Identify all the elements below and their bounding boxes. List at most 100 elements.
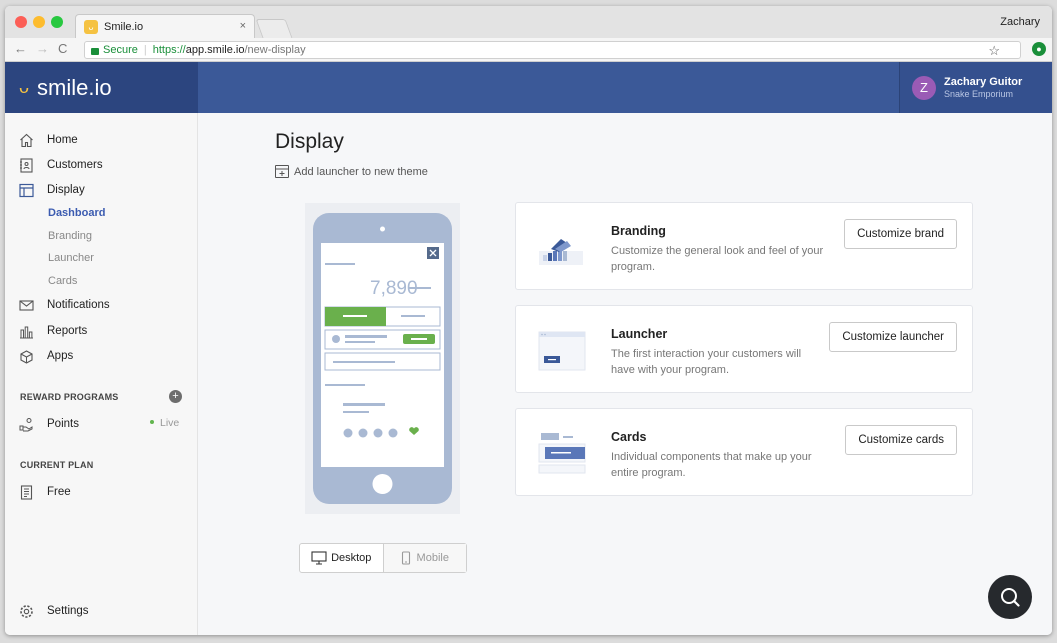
plan-document-icon: [18, 484, 34, 500]
phone-illustration: 7,890: [313, 213, 452, 504]
sidebar-item-apps[interactable]: Apps: [18, 348, 73, 364]
sidebar-item-label: Customers: [47, 159, 103, 171]
customers-icon: [18, 157, 34, 173]
avatar: Z: [912, 75, 936, 100]
sidebar-subitem-dashboard[interactable]: Dashboard: [48, 207, 105, 219]
card-description: The first interaction your customers wil…: [611, 348, 802, 376]
sidebar-item-label: Apps: [47, 350, 74, 362]
lock-icon: [91, 47, 99, 55]
desktop-icon: [311, 551, 327, 565]
sidebar-item-label: Free: [47, 486, 71, 498]
sidebar: Home Customers Display Dashboard Brandin…: [5, 113, 198, 635]
bookmark-star-icon[interactable]: ☆: [988, 43, 1000, 59]
back-arrow-icon[interactable]: ←: [14, 41, 27, 56]
points-hand-icon: [18, 416, 34, 432]
forward-arrow-icon[interactable]: →: [36, 41, 49, 56]
user-name: Zachary Guitor: [944, 76, 1023, 88]
sidebar-item-label: Settings: [47, 605, 89, 617]
add-launcher-label: Add launcher to new theme: [294, 165, 428, 178]
card-description: Customize the general look and feel of y…: [611, 245, 824, 273]
app-header: ᴗ smile.io Z Zachary Guitor Snake Empori…: [5, 62, 1052, 113]
display-icon: [18, 182, 34, 198]
launcher-window-icon: [538, 331, 586, 371]
address-bar[interactable]: Secure | https:// app.smile.io /new-disp…: [84, 41, 1021, 59]
branding-card: Branding Customize the general look and …: [515, 202, 973, 290]
customize-brand-button[interactable]: Customize brand: [844, 219, 957, 249]
app-logo[interactable]: ᴗ smile.io: [5, 62, 198, 113]
store-name: Snake Emporium: [944, 89, 1014, 99]
sidebar-item-label: Notifications: [47, 299, 110, 311]
current-plan-heading: CURRENT PLAN: [20, 460, 94, 470]
customize-launcher-button[interactable]: Customize launcher: [829, 322, 957, 352]
close-window-button[interactable]: [15, 16, 27, 28]
main-content: Display Add launcher to new theme 7,890 …: [198, 113, 1052, 635]
reports-icon: [18, 323, 34, 339]
user-menu[interactable]: Z Zachary Guitor Snake Emporium: [899, 62, 1052, 113]
mobile-icon: [401, 551, 410, 565]
new-tab-button[interactable]: [255, 19, 293, 38]
live-dot-icon: [150, 420, 154, 424]
card-title: Branding: [611, 224, 666, 238]
secure-label: Secure: [103, 44, 138, 56]
url-host: app.smile.io: [185, 44, 245, 56]
sidebar-item-customers[interactable]: Customers: [18, 157, 103, 173]
url-scheme: https://: [152, 44, 186, 56]
secure-indicator[interactable]: Secure: [91, 44, 138, 56]
sidebar-item-notifications[interactable]: Notifications: [18, 297, 110, 313]
reload-icon[interactable]: C: [58, 41, 67, 56]
logo-text: smile.io: [37, 74, 112, 100]
sidebar-subitem-launcher[interactable]: Launcher: [48, 252, 94, 264]
branding-palette-icon: [539, 239, 583, 265]
add-calendar-icon: [275, 165, 289, 178]
browser-toolbar: ← → C Secure | https:// app.smile.io /ne…: [5, 38, 1052, 62]
minimize-window-button[interactable]: [33, 16, 45, 28]
sidebar-item-plan[interactable]: Free: [18, 484, 71, 500]
card-title: Launcher: [611, 327, 668, 341]
desktop-toggle-button[interactable]: Desktop: [300, 544, 384, 572]
sidebar-item-points[interactable]: Points: [18, 416, 79, 432]
reward-programs-heading: REWARD PROGRAMS: [20, 392, 119, 402]
tab-title: Smile.io: [104, 20, 144, 33]
tab-close-icon[interactable]: ×: [240, 20, 246, 32]
browser-profile-name[interactable]: Zachary: [1000, 16, 1040, 28]
browser-window: ᴗ Smile.io × Zachary ← → C Secure | http…: [5, 6, 1052, 635]
envelope-icon: [18, 297, 34, 313]
add-program-icon[interactable]: +: [169, 390, 182, 403]
cards-stack-icon: [538, 433, 586, 474]
sidebar-item-reports[interactable]: Reports: [18, 323, 87, 339]
sidebar-subitem-branding[interactable]: Branding: [48, 230, 92, 242]
zoom-window-button[interactable]: [51, 16, 63, 28]
help-search-button[interactable]: [988, 575, 1032, 619]
url-path: /new-display: [244, 44, 306, 56]
sidebar-item-display[interactable]: Display: [18, 182, 85, 198]
sidebar-item-home[interactable]: Home: [18, 132, 78, 148]
sidebar-item-label: Display: [47, 184, 85, 196]
extension-icon[interactable]: ●: [1032, 42, 1046, 56]
home-icon: [18, 132, 34, 148]
customize-cards-button[interactable]: Customize cards: [845, 425, 957, 455]
desktop-label: Desktop: [331, 552, 372, 564]
smile-favicon-icon: ᴗ: [84, 19, 98, 34]
search-icon: [1001, 588, 1020, 607]
points-status-label: Live: [160, 417, 180, 429]
sidebar-item-label: Points: [47, 418, 79, 430]
apps-icon: [18, 348, 34, 364]
phone-preview: 7,890: [305, 203, 460, 514]
add-launcher-link[interactable]: Add launcher to new theme: [275, 165, 428, 178]
launcher-card: Launcher The first interaction your cust…: [515, 305, 973, 393]
sidebar-item-label: Home: [47, 134, 78, 146]
card-description: Individual components that make up your …: [611, 451, 812, 479]
browser-tab[interactable]: ᴗ Smile.io ×: [75, 14, 255, 38]
sidebar-item-label: Reports: [47, 325, 88, 337]
points-value: 7,890: [370, 278, 418, 299]
browser-tab-bar: ᴗ Smile.io × Zachary: [5, 6, 1052, 38]
sidebar-item-settings[interactable]: Settings: [18, 603, 89, 619]
smile-logo-icon: ᴗ: [19, 77, 30, 97]
mobile-toggle-button[interactable]: Mobile: [383, 544, 466, 572]
mobile-label: Mobile: [416, 552, 449, 564]
gear-icon: [18, 603, 34, 619]
sidebar-subitem-cards[interactable]: Cards: [48, 275, 77, 287]
card-title: Cards: [611, 430, 647, 444]
status-badge: Live: [150, 417, 179, 429]
page-title: Display: [275, 130, 344, 153]
